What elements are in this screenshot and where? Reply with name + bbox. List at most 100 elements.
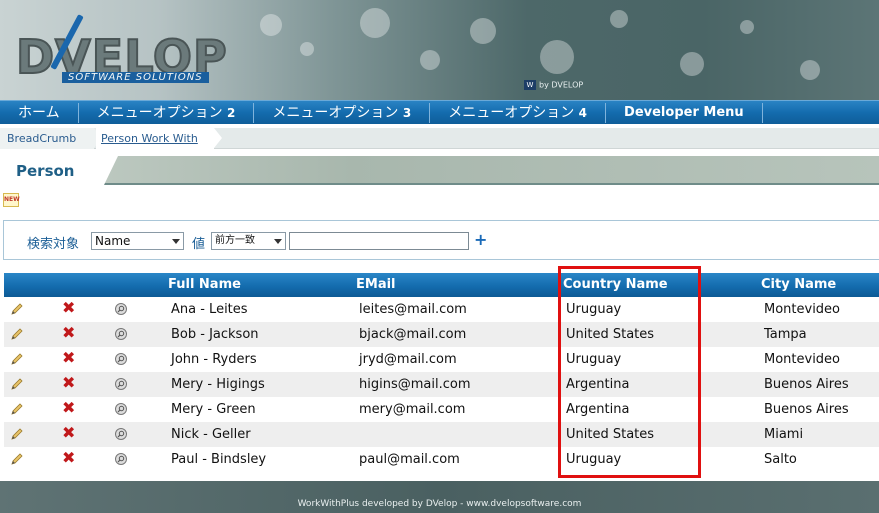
decor-bubble — [300, 42, 314, 56]
logo-subtitle: SOFTWARE SOLUTIONS — [62, 72, 209, 83]
edit-pencil-icon[interactable] — [10, 302, 24, 316]
menu-item-option-3[interactable]: メニューオプション 3 — [254, 102, 431, 123]
decor-bubble — [540, 40, 574, 74]
value-label: 値 — [192, 237, 206, 252]
edit-pencil-icon[interactable] — [10, 377, 24, 391]
table-row: ✖ Paul - Bindsley paul@mail.com Uruguay Salt… — [4, 447, 879, 472]
cell-country-name: Uruguay — [566, 352, 622, 367]
table-row: ✖ John - Ryders jryd@mail.com Uruguay Montev… — [4, 347, 879, 372]
breadcrumb-current[interactable]: Person Work With — [96, 128, 222, 149]
byline-box-icon: W — [524, 80, 536, 90]
breadcrumb-root[interactable]: BreadCrumb — [0, 128, 102, 149]
edit-pencil-icon[interactable] — [10, 352, 24, 366]
cell-country-name: United States — [566, 427, 655, 442]
new-record-icon[interactable]: NEW — [3, 193, 20, 207]
decor-bubble — [610, 10, 628, 28]
view-magnifier-icon[interactable] — [114, 402, 128, 416]
delete-x-icon[interactable]: ✖ — [62, 400, 75, 416]
decor-bubble — [470, 18, 496, 44]
title-bar: Person — [0, 156, 879, 185]
edit-pencil-icon[interactable] — [10, 452, 24, 466]
cell-full-name[interactable]: Mery - Higings — [171, 377, 265, 392]
header-banner: DVELOP SOFTWARE SOLUTIONS Wby DVELOP — [0, 0, 879, 100]
person-grid: Full Name EMail Country Name City Name ✖… — [4, 273, 879, 472]
delete-x-icon[interactable]: ✖ — [62, 425, 75, 441]
cell-full-name[interactable]: Paul - Bindsley — [171, 452, 266, 467]
byline-text: by DVELOP — [539, 80, 584, 90]
cell-email: leites@mail.com — [359, 302, 467, 317]
cell-city-name: Salto — [764, 452, 797, 467]
header-email[interactable]: EMail — [356, 277, 396, 292]
menu-item-option-4[interactable]: メニューオプション 4 — [430, 102, 607, 123]
search-filter-panel: 検索対象 Name 値 前方一致 + — [3, 220, 879, 260]
decor-bubble — [740, 20, 754, 34]
cell-city-name: Miami — [764, 427, 804, 442]
grid-body: ✖ Ana - Leites leites@mail.com Uruguay Monte… — [4, 297, 879, 472]
cell-full-name[interactable]: Nick - Geller — [171, 427, 251, 442]
table-row: ✖ Mery - Green mery@mail.com Argentina Bueno… — [4, 397, 879, 422]
menu-item-home[interactable]: ホーム — [0, 102, 79, 123]
table-row: ✖ Mery - Higings higins@mail.com Argentina B… — [4, 372, 879, 397]
decor-bubble — [680, 52, 704, 76]
decor-bubble — [360, 8, 390, 38]
cell-full-name[interactable]: Mery - Green — [171, 402, 256, 417]
cell-city-name: Buenos Aires — [764, 377, 849, 392]
decor-bubble — [260, 14, 282, 36]
filter-operator-select[interactable]: 前方一致 — [211, 232, 286, 250]
delete-x-icon[interactable]: ✖ — [62, 300, 75, 316]
menu-item-option-2[interactable]: メニューオプション 2 — [79, 102, 255, 123]
main-menu: ホーム メニューオプション 2 メニューオプション 3 メニューオプション 4 … — [0, 100, 879, 124]
breadcrumb: BreadCrumb Person Work With — [0, 128, 879, 149]
view-magnifier-icon[interactable] — [114, 302, 128, 316]
byline: Wby DVELOP — [524, 80, 583, 90]
cell-full-name[interactable]: John - Ryders — [171, 352, 257, 367]
decor-bubble — [800, 60, 820, 80]
view-magnifier-icon[interactable] — [114, 352, 128, 366]
edit-pencil-icon[interactable] — [10, 402, 24, 416]
delete-x-icon[interactable]: ✖ — [62, 325, 75, 341]
delete-x-icon[interactable]: ✖ — [62, 375, 75, 391]
chevron-down-icon — [274, 239, 282, 244]
cell-email: jryd@mail.com — [359, 352, 457, 367]
cell-country-name: United States — [566, 327, 655, 342]
menu-item-developer[interactable]: Developer Menu — [606, 102, 763, 123]
cell-email: higins@mail.com — [359, 377, 471, 392]
cell-email: bjack@mail.com — [359, 327, 467, 342]
filter-field-select[interactable]: Name — [91, 232, 184, 250]
table-row: ✖ Ana - Leites leites@mail.com Uruguay Monte… — [4, 297, 879, 322]
cell-city-name: Montevideo — [764, 352, 841, 367]
edit-pencil-icon[interactable] — [10, 427, 24, 441]
table-row: ✖ Nick - Geller United States Miami — [4, 422, 879, 447]
footer-text: WorkWithPlus developed by DVelop - www.d… — [297, 499, 582, 509]
view-magnifier-icon[interactable] — [114, 377, 128, 391]
cell-country-name: Argentina — [566, 377, 630, 392]
search-input[interactable] — [289, 232, 469, 250]
decor-bubble — [420, 50, 440, 70]
view-magnifier-icon[interactable] — [114, 327, 128, 341]
edit-pencil-icon[interactable] — [10, 327, 24, 341]
header-full-name[interactable]: Full Name — [168, 277, 241, 292]
cell-full-name[interactable]: Bob - Jackson — [171, 327, 259, 342]
delete-x-icon[interactable]: ✖ — [62, 350, 75, 366]
header-country-name[interactable]: Country Name — [563, 277, 668, 292]
cell-email: paul@mail.com — [359, 452, 460, 467]
dvelop-logo[interactable]: DVELOP SOFTWARE SOLUTIONS — [15, 8, 228, 88]
cell-country-name: Uruguay — [566, 452, 622, 467]
cell-full-name[interactable]: Ana - Leites — [171, 302, 248, 317]
table-row: ✖ Bob - Jackson bjack@mail.com United State… — [4, 322, 879, 347]
view-magnifier-icon[interactable] — [114, 452, 128, 466]
add-filter-plus-icon[interactable]: + — [474, 230, 487, 249]
delete-x-icon[interactable]: ✖ — [62, 450, 75, 466]
cell-city-name: Montevideo — [764, 302, 841, 317]
cell-email: mery@mail.com — [359, 402, 466, 417]
cell-country-name: Uruguay — [566, 302, 622, 317]
cell-city-name: Buenos Aires — [764, 402, 849, 417]
grid-header: Full Name EMail Country Name City Name — [4, 273, 879, 297]
header-city-name[interactable]: City Name — [761, 277, 836, 292]
cell-city-name: Tampa — [764, 327, 807, 342]
view-magnifier-icon[interactable] — [114, 427, 128, 441]
cell-country-name: Argentina — [566, 402, 630, 417]
footer: WorkWithPlus developed by DVelop - www.d… — [0, 481, 879, 513]
page-title: Person — [16, 162, 75, 180]
filter-label: 検索対象 — [27, 237, 80, 252]
